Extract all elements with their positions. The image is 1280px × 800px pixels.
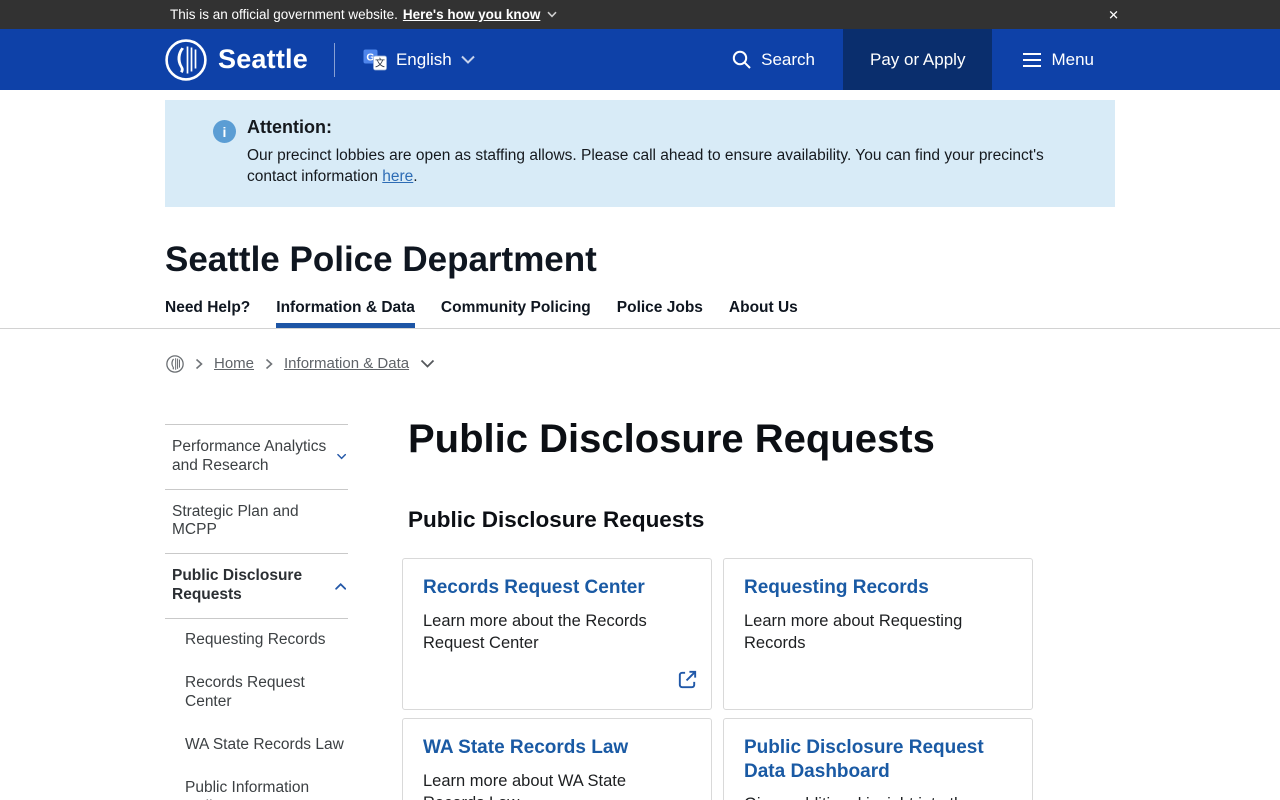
- chevron-right-icon: [195, 358, 203, 369]
- seattle-logo-icon: [165, 38, 207, 81]
- card-body: Learn more about WA State Records Law: [423, 771, 627, 800]
- language-selector[interactable]: G 文 English: [357, 47, 481, 72]
- how-you-know-label: Here's how you know: [402, 7, 541, 22]
- sidebar-item-label: Strategic Plan and MCPP: [172, 502, 299, 539]
- primary-nav: Need Help? Information & Data Community …: [0, 299, 1280, 329]
- card-body: Learn more about the Records Request Cen…: [423, 611, 647, 652]
- department-title: Seattle Police Department: [165, 239, 597, 279]
- card-title: Records Request Center: [423, 576, 645, 598]
- menu-button[interactable]: Menu: [1016, 49, 1100, 71]
- header-divider: [333, 42, 335, 77]
- nav-information-data[interactable]: Information & Data: [276, 299, 415, 328]
- card-requesting-records[interactable]: Requesting Records Learn more about Requ…: [723, 557, 1033, 710]
- card-wa-state-records-law[interactable]: WA State Records Law Learn more about WA…: [402, 717, 712, 800]
- sidebar-subitem-wa-state-records-law[interactable]: WA State Records Law: [165, 724, 348, 767]
- external-link-icon: [678, 670, 697, 689]
- pay-or-apply-button[interactable]: Pay or Apply: [843, 29, 993, 90]
- chevron-down-icon: [547, 11, 557, 18]
- section-sidebar: Performance Analytics and Research Strat…: [165, 423, 348, 800]
- nav-police-jobs[interactable]: Police Jobs: [617, 299, 703, 328]
- translate-icon: G 文: [363, 49, 387, 71]
- menu-label: Menu: [1051, 49, 1094, 69]
- sidebar-sublist: Requesting Records Records Request Cente…: [165, 619, 348, 800]
- nav-community-policing[interactable]: Community Policing: [441, 299, 591, 328]
- card-body: Gives additional insight into the: [744, 794, 1012, 800]
- card-title: Public Disclosure Request Data Dashboard: [744, 736, 984, 782]
- chevron-down-icon[interactable]: [420, 359, 435, 369]
- sidebar-subitem-requesting-records[interactable]: Requesting Records: [165, 619, 348, 662]
- search-icon: [732, 50, 751, 69]
- language-label: English: [395, 49, 452, 69]
- section-title: Public Disclosure Requests: [408, 506, 705, 532]
- sidebar-item-strategic-plan[interactable]: Strategic Plan and MCPP: [165, 488, 348, 554]
- attention-text: Our precinct lobbies are open as staffin…: [247, 147, 1044, 186]
- attention-title: Attention:: [247, 117, 332, 137]
- svg-text:文: 文: [375, 57, 385, 70]
- search-label: Search: [761, 49, 816, 69]
- gov-banner: This is an official government website. …: [0, 0, 1280, 29]
- card-body: Learn more about Requesting Records: [744, 611, 963, 652]
- sidebar-subitem-records-request-center[interactable]: Records Request Center: [165, 662, 348, 724]
- sidebar-subitem-public-information-online[interactable]: Public Information Online: [165, 767, 348, 800]
- breadcrumb-information-data[interactable]: Information & Data: [284, 355, 409, 372]
- card-title: Requesting Records: [744, 576, 929, 598]
- attention-banner: i Attention: Our precinct lobbies are op…: [165, 100, 1115, 207]
- card-title: WA State Records Law: [423, 736, 629, 758]
- card-records-request-center[interactable]: Records Request Center Learn more about …: [402, 557, 712, 710]
- close-icon[interactable]: ✕: [1105, 5, 1122, 24]
- breadcrumb: Home Information & Data: [166, 354, 1280, 373]
- hamburger-icon: [1023, 52, 1042, 67]
- chevron-up-icon: [334, 582, 346, 590]
- seattle-home-link[interactable]: Seattle: [165, 38, 308, 81]
- site-header: Seattle G 文 English Search Pay or Apply …: [0, 29, 1280, 90]
- attention-body: Our precinct lobbies are open as staffin…: [247, 145, 1067, 188]
- breadcrumb-home-icon[interactable]: [166, 354, 184, 373]
- main-content: Public Disclosure Requests Public Disclo…: [402, 417, 1033, 800]
- chevron-down-icon: [461, 55, 475, 64]
- nav-about-us[interactable]: About Us: [729, 299, 798, 328]
- content-area: Performance Analytics and Research Strat…: [165, 417, 1280, 800]
- sidebar-item-public-disclosure[interactable]: Public Disclosure Requests: [165, 553, 348, 620]
- card-grid: Records Request Center Learn more about …: [402, 557, 1033, 800]
- breadcrumb-home[interactable]: Home: [214, 355, 254, 372]
- sidebar-item-label: Public Disclosure Requests: [172, 567, 303, 604]
- attention-suffix: .: [413, 168, 418, 186]
- nav-need-help[interactable]: Need Help?: [165, 299, 250, 328]
- brand-name: Seattle: [218, 44, 308, 74]
- card-public-disclosure-request-data-dashboard[interactable]: Public Disclosure Request Data Dashboard…: [723, 717, 1033, 800]
- how-you-know-link[interactable]: Here's how you know: [403, 7, 558, 22]
- info-icon: i: [213, 120, 236, 143]
- page-title: Public Disclosure Requests: [408, 416, 935, 461]
- precinct-contact-link[interactable]: here: [382, 168, 413, 185]
- seattle-emblem-icon: [166, 354, 184, 373]
- sidebar-item-label: Performance Analytics and Research: [172, 437, 327, 474]
- search-button[interactable]: Search: [725, 48, 821, 71]
- gov-banner-text: This is an official government website.: [170, 7, 398, 22]
- chevron-right-icon: [265, 358, 273, 369]
- sidebar-item-performance-analytics[interactable]: Performance Analytics and Research: [165, 423, 348, 489]
- chevron-down-icon: [336, 454, 346, 460]
